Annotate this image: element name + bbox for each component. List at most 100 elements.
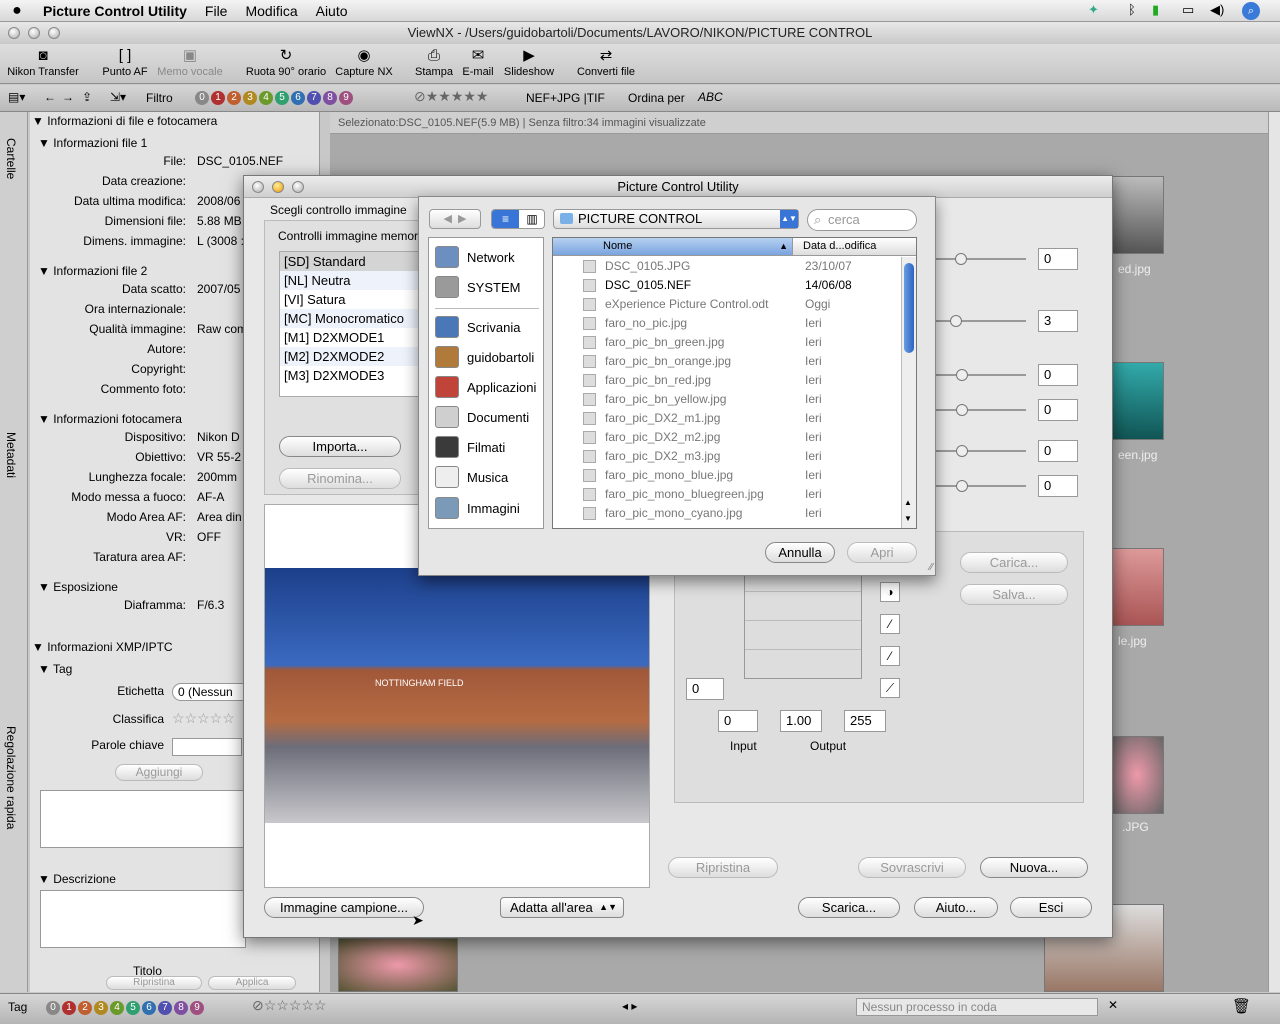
label-dot-8[interactable]: 8 — [323, 91, 337, 105]
esci-button[interactable]: Esci — [1010, 897, 1092, 918]
keywords-list[interactable] — [40, 790, 246, 848]
label-dot-7[interactable]: 7 — [158, 1001, 172, 1015]
label-dot-2[interactable]: 2 — [78, 1001, 92, 1015]
scarica-button[interactable]: Scarica... — [798, 897, 900, 918]
slider-knob[interactable] — [950, 315, 962, 327]
menu-app[interactable]: Picture Control Utility — [34, 3, 196, 19]
sidebar-item-network[interactable]: Network — [435, 244, 515, 270]
control-item[interactable]: [NL] Neutra — [280, 271, 428, 290]
adjust-value-field[interactable]: 0 — [1038, 475, 1078, 497]
sidebar-item-scrivania[interactable]: Scrivania — [435, 314, 520, 340]
section-xmp[interactable]: ▼ Informazioni XMP/IPTC — [32, 640, 173, 654]
rinomina-button[interactable]: Rinomina... — [279, 468, 401, 489]
display-icon[interactable]: ▭ — [1182, 2, 1194, 18]
adjust-slider[interactable] — [936, 258, 1026, 260]
file-row[interactable]: faro_pic_mono_cyano.jpg Ieri — [553, 504, 901, 523]
section-camera[interactable]: ▼ Informazioni fotocamera — [38, 412, 182, 426]
adjust-value-field[interactable]: 0 — [1038, 440, 1078, 462]
label-dot-0[interactable]: 0 — [195, 91, 209, 105]
thumbnail[interactable] — [338, 938, 458, 992]
new-folder-icon[interactable]: ▤▾ — [8, 90, 25, 104]
rotate-button[interactable]: ↻ Ruota 90° orario — [244, 46, 328, 78]
eyedropper-white-icon[interactable]: ⁄ — [880, 646, 900, 666]
column-nome[interactable]: Nome ▲ — [553, 238, 793, 255]
adjust-slider[interactable] — [936, 485, 1026, 487]
adjust-slider[interactable] — [936, 409, 1026, 411]
column-data-modifica[interactable]: Data d...odifica — [803, 238, 876, 255]
file-row[interactable]: faro_no_pic.jpg Ieri — [553, 314, 901, 333]
back-arrow-icon[interactable]: ← — [44, 90, 56, 104]
label-dot-9[interactable]: 9 — [190, 1001, 204, 1015]
sort-abc-icon[interactable]: ABC — [698, 90, 723, 104]
control-item[interactable]: [M3] D2XMODE3 — [280, 366, 428, 385]
label-dot-1[interactable]: 1 — [62, 1001, 76, 1015]
slideshow-button[interactable]: ▶ Slideshow — [502, 46, 556, 78]
apple-menu-icon[interactable]: ● — [0, 2, 34, 20]
list-view-icon[interactable]: ≡ — [492, 210, 519, 228]
apri-button[interactable]: Apri — [847, 542, 917, 563]
rating-stars[interactable]: ☆☆☆☆☆ — [172, 710, 235, 727]
file-row[interactable]: DSC_0105.JPG 23/10/07 — [553, 257, 901, 276]
control-item[interactable]: [M1] D2XMODE1 — [280, 328, 428, 347]
section-exposure[interactable]: ▼ Esposizione — [38, 580, 118, 594]
adjust-slider[interactable] — [936, 374, 1026, 376]
output-field[interactable]: 255 — [844, 710, 886, 732]
location-popup[interactable]: PICTURE CONTROL ▲▼ — [553, 209, 799, 229]
move-icon[interactable]: ⇲▾ — [110, 90, 126, 104]
linear-curve-icon[interactable]: ⟋ — [880, 678, 900, 698]
file-row[interactable]: faro_pic_bn_red.jpg Ieri — [553, 371, 901, 390]
curve-point-field[interactable]: 0 — [686, 678, 724, 700]
section-file2[interactable]: ▼ Informazioni file 2 — [38, 264, 147, 278]
prev-next-arrows[interactable]: ◂ ▸ — [622, 999, 637, 1013]
volume-icon[interactable]: ◀) — [1210, 2, 1224, 18]
adjust-value-field[interactable]: 0 — [1038, 399, 1078, 421]
view-mode-switch[interactable]: ≡ ▥ — [491, 209, 545, 229]
label-dot-1[interactable]: 1 — [211, 91, 225, 105]
adjust-value-field[interactable]: 3 — [1038, 310, 1078, 332]
rating-filter[interactable]: ⊘★★★★★ — [414, 88, 488, 105]
fit-area-select[interactable]: Adatta all'area ▲▼ — [500, 897, 624, 918]
converti-file-button[interactable]: ⇄ Converti file — [574, 46, 638, 78]
label-dot-6[interactable]: 6 — [291, 91, 305, 105]
section-file-camera[interactable]: ▼ Informazioni di file e fotocamera — [32, 114, 217, 128]
menu-file[interactable]: File — [196, 3, 237, 19]
back-forward-buttons[interactable]: ◀ ▶ — [429, 209, 481, 229]
keywords-input[interactable] — [172, 738, 242, 756]
memo-vocale-button[interactable]: ▣ Memo vocale — [155, 46, 225, 78]
stampa-button[interactable]: ⎙ Stampa — [414, 46, 454, 78]
file-row[interactable]: faro_pic_bn_yellow.jpg Ieri — [553, 390, 901, 409]
slider-knob[interactable] — [956, 404, 968, 416]
file-row[interactable]: faro_pic_DX2_m2.jpg Ieri — [553, 428, 901, 447]
sidebar-item-guidobartoli[interactable]: guidobartoli — [435, 344, 534, 370]
control-item[interactable]: [M2] D2XMODE2 — [280, 347, 428, 366]
importa-button[interactable]: Importa... — [279, 436, 401, 457]
aiuto-button[interactable]: Aiuto... — [914, 897, 998, 918]
sovrascrivi-button[interactable]: Sovrascrivi — [858, 857, 966, 878]
label-dot-7[interactable]: 7 — [307, 91, 321, 105]
sidebar-item-system[interactable]: SYSTEM — [435, 274, 520, 300]
label-dot-5[interactable]: 5 — [126, 1001, 140, 1015]
section-tag[interactable]: ▼ Tag — [38, 662, 72, 676]
file-row[interactable]: eXperience Picture Control.odt Oggi — [553, 295, 901, 314]
label-dot-4[interactable]: 4 — [110, 1001, 124, 1015]
applica-button[interactable]: Applica — [208, 976, 296, 990]
scroll-down-icon[interactable]: ▼ — [904, 514, 912, 523]
trash-icon[interactable]: 🗑 — [1232, 997, 1251, 1015]
file-row[interactable]: faro_pic_bn_green.jpg Ieri — [553, 333, 901, 352]
label-dot-9[interactable]: 9 — [339, 91, 353, 105]
email-button[interactable]: ✉ E-mail — [458, 46, 498, 78]
sidebar-item-applicazioni[interactable]: Applicazioni — [435, 374, 536, 400]
sidebar-item-musica[interactable]: Musica — [435, 464, 508, 490]
format-filter[interactable]: NEF+JPG |TIF — [526, 91, 605, 105]
thumbnail[interactable] — [1110, 736, 1164, 814]
scroll-up-icon[interactable]: ▲ — [904, 498, 912, 507]
forward-arrow-icon[interactable]: → — [62, 90, 74, 104]
file-row[interactable]: faro_pic_DX2_m3.jpg Ieri — [553, 447, 901, 466]
slider-knob[interactable] — [956, 369, 968, 381]
menubar-extra-icon[interactable]: ✦ — [1088, 2, 1099, 18]
file-row[interactable]: faro_pic_DX2_m1.jpg Ieri — [553, 409, 901, 428]
control-item[interactable]: [MC] Monocromatico — [280, 309, 428, 328]
nikon-transfer-button[interactable]: ◙ Nikon Transfer — [4, 46, 82, 78]
minimize-dialog-icon[interactable] — [272, 181, 284, 193]
bottom-rating-stars[interactable]: ⊘☆☆☆☆☆ — [252, 997, 326, 1014]
